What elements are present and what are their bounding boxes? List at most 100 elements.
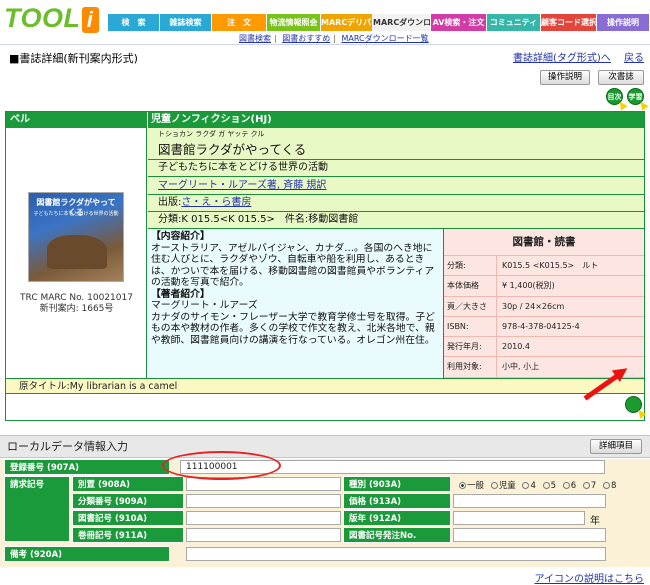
library-row: 本体価格 ¥ 1,400(税別)	[444, 276, 644, 297]
tosho-input[interactable]	[186, 511, 341, 525]
hacchu-input[interactable]	[453, 528, 606, 542]
library-key: 頁／大きさ	[444, 296, 497, 316]
author-heading: 【著者紹介】	[151, 288, 210, 300]
back-link[interactable]: 戻る	[624, 53, 644, 64]
library-key: 発行年月:	[444, 337, 497, 357]
hannen-input[interactable]	[453, 511, 585, 525]
author-link[interactable]: マーグリート・ルアーズ著, 斉藤 規訳	[158, 180, 326, 191]
radio-5[interactable]	[542, 482, 550, 489]
content-text: オーストラリア、アゼルバイジャン、カナダ…。各国のへき地に住む人びとに、ラクダや…	[151, 242, 435, 289]
hannen-suffix: 年	[590, 516, 600, 527]
page-title: ■書誌詳細(新刊案内形式)	[9, 52, 138, 65]
top-links: 書誌詳細(タグ形式)へ 戻る	[503, 49, 644, 64]
local-data-header: ローカルデータ情報入力	[0, 435, 650, 458]
subnav-recommend[interactable]: 図書おすすめ	[282, 34, 330, 43]
icon-help-link[interactable]: アイコンの説明はこちら	[535, 570, 645, 585]
title-ruby: トショカン ラクダ ガ ヤッテ クル	[148, 128, 644, 141]
nav-tab-3[interactable]: 物流情報照会	[267, 14, 321, 31]
description-box: 【内容紹介】 オーストラリア、アゼルバイジャン、カナダ…。各国のへき地に住む人び…	[148, 229, 444, 378]
author-name: マーグリート・ルアーズ	[151, 300, 258, 311]
bessatsu-label: 別置 (908A)	[72, 476, 184, 492]
biko-label: 備考 (920A)	[4, 546, 170, 562]
hannen-label: 版年 (912A)	[343, 510, 451, 526]
library-key: 本体価格	[444, 276, 497, 296]
radio-8[interactable]	[602, 482, 610, 489]
study-icon[interactable]: 学習	[627, 88, 644, 105]
radio-jido[interactable]	[490, 482, 498, 489]
shubetsu-radio-group[interactable]: 一般 児童 4 5 6 7 8	[455, 479, 616, 493]
nav-tab-2[interactable]: 注 文	[212, 14, 267, 31]
nav-tab-5[interactable]: MARCダウンロード	[373, 14, 431, 31]
library-row: 発行年月: 2010.4	[444, 337, 644, 358]
cover-column: 図書館ラクダがやってくる 子どもたちに本をとどける世界の活動 TRC MARC …	[6, 128, 147, 378]
red-highlight-ellipse	[162, 451, 281, 480]
radio-7[interactable]	[582, 482, 590, 489]
library-key: 利用対象:	[444, 357, 497, 377]
tooli-logo[interactable]: TOOL i	[4, 3, 99, 34]
marc-number: TRC MARC No. 10021017	[20, 293, 133, 303]
cover-subtitle: 子どもたちに本をとどける世界の活動	[33, 211, 119, 217]
kansatsu-label: 巻冊記号 (911A)	[72, 527, 184, 543]
library-key: 分類:	[444, 256, 497, 276]
kansatsu-input[interactable]	[186, 528, 341, 542]
logo-text: TOOL	[4, 3, 81, 33]
book-subtitle: 子どもたちに本をとどける世界の活動	[148, 160, 644, 177]
library-info-box: 図書館・読書 分類: K015.5 <K015.5> ルト 本体価格 ¥ 1,400…	[444, 229, 644, 378]
sub-nav: 図書検索 | 図書おすすめ | MARCダウンロード一覧	[239, 34, 429, 43]
subnav-marc-download-list[interactable]: MARCダウンロード一覧	[342, 34, 429, 43]
next-record-button[interactable]: 次書誌	[598, 70, 644, 85]
category-label: ベル	[6, 112, 147, 128]
nav-tab-6[interactable]: AV検索・注文	[431, 14, 487, 31]
radio-4[interactable]	[522, 482, 530, 489]
bunrui-label: 分類番号 (909A)	[72, 493, 184, 509]
logo-i-icon: i	[81, 7, 99, 33]
nav-tab-0[interactable]: 検 索	[108, 14, 160, 31]
book-detail-panel: ベル 児童ノンフィクション(HJ) 図書館ラクダがやってくる 子どもたちに本をと…	[5, 111, 645, 421]
book-cover-image[interactable]: 図書館ラクダがやってくる 子どもたちに本をとどける世界の活動	[28, 192, 124, 282]
nav-tab-8[interactable]: 顧客コード選択	[541, 14, 597, 31]
nav-tab-9[interactable]: 操作説明	[597, 14, 650, 31]
publisher-row: 出版:さ・え・ら書房	[148, 195, 644, 212]
radio-ippan[interactable]	[459, 482, 466, 489]
library-value: 小中, 小上	[502, 362, 540, 372]
detail-items-button[interactable]: 詳細項目	[590, 439, 642, 454]
nav-tab-1[interactable]: 雑誌検索	[160, 14, 212, 31]
subnav-book-search[interactable]: 図書検索	[239, 34, 271, 43]
author-text: カナダのサイモン・フレーザー大学で教育学修士号を取得。子どもの本や教材の作者。多…	[151, 311, 435, 346]
local-data-form: 登録番号 (907A) 111100001 請求記号 別置 (908A) 種別 …	[0, 459, 650, 567]
content-heading: 【内容紹介】	[151, 231, 210, 242]
bunrui-input[interactable]	[186, 494, 341, 508]
radio-6[interactable]	[562, 482, 570, 489]
library-row: ISBN: 978-4-378-04125-4	[444, 316, 644, 338]
contents-icon[interactable]: 目次	[606, 88, 623, 105]
request-label: 請求記号	[4, 476, 70, 542]
biko-input[interactable]	[186, 547, 606, 561]
tosho-label: 図書記号 (910A)	[72, 510, 184, 526]
library-row: 頁／大きさ 30p / 24×26cm	[444, 296, 644, 317]
radio-label: 5	[550, 481, 556, 491]
kakaku-input[interactable]	[453, 494, 606, 508]
manual-button[interactable]: 操作説明	[540, 70, 590, 85]
order-icon[interactable]	[625, 396, 642, 413]
radio-label: 6	[570, 481, 577, 491]
shubetsu-label: 種別 (903A)	[343, 476, 451, 492]
hacchu-label: 図書記号発注No. (918A)	[343, 527, 451, 557]
kakaku-label: 価格 (913A)	[343, 493, 451, 509]
library-value: 978-4-378-04125-4	[502, 321, 580, 331]
book-title: 図書館ラクダがやってくる	[148, 141, 644, 160]
radio-label: 一般	[467, 481, 485, 491]
original-title: 原タイトル:My librarian is a camel	[6, 378, 644, 394]
library-row: 分類: K015.5 <K015.5> ルト	[444, 256, 644, 277]
publisher-prefix: 出版:	[158, 197, 182, 208]
publisher-link[interactable]: さ・え・ら書房	[181, 197, 251, 208]
marc-info: TRC MARC No. 10021017 新刊案内: 1665号	[6, 293, 147, 315]
library-value: 2010.4	[502, 342, 530, 352]
nav-tab-7[interactable]: コミュニティ	[487, 14, 541, 31]
classification-row: 分類:K 015.5<K 015.5> 件名:移動図書館	[148, 212, 644, 229]
nav-tab-4[interactable]: MARCデリバリ	[321, 14, 373, 31]
tag-format-link[interactable]: 書誌詳細(タグ形式)へ	[513, 53, 611, 64]
library-heading: 図書館・読書	[444, 229, 644, 256]
author-row: マーグリート・ルアーズ著, 斉藤 規訳	[148, 177, 644, 195]
library-value: ¥ 1,400(税別)	[502, 281, 555, 291]
radio-label: 児童	[498, 481, 516, 491]
